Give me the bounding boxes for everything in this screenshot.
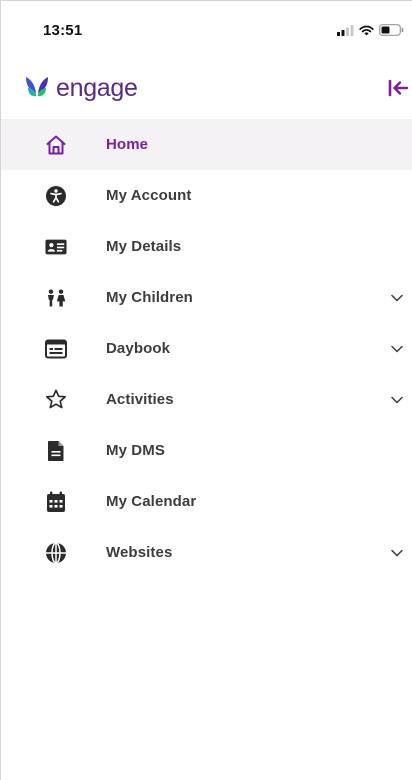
status-bar: 13:51 (1, 1, 412, 61)
app-header: engage (1, 61, 412, 119)
engage-logo[interactable]: engage (24, 75, 138, 104)
nav-label-daybook: Daybook (106, 340, 171, 357)
nav-label-my-account: My Account (106, 187, 192, 204)
logo-text: engage (56, 73, 138, 102)
butterfly-logo-icon (24, 75, 50, 104)
id-card-icon (45, 236, 67, 258)
status-icons (337, 23, 404, 41)
sidebar-nav: Home My Account My Details My Children D… (1, 119, 412, 578)
battery-icon (379, 23, 404, 41)
calendar-icon (45, 491, 67, 513)
children-icon (45, 287, 67, 309)
nav-label-activities: Activities (106, 391, 174, 408)
nav-item-activities[interactable]: Activities (1, 374, 412, 425)
nav-label-my-details: My Details (106, 238, 182, 255)
nav-label-home: Home (106, 136, 149, 153)
document-icon (45, 440, 67, 462)
nav-label-websites: Websites (106, 544, 173, 561)
nav-item-my-calendar[interactable]: My Calendar (1, 476, 412, 527)
chevron-down-icon[interactable] (390, 546, 404, 560)
nav-label-my-dms: My DMS (106, 442, 165, 459)
accessibility-icon (45, 185, 67, 207)
daybook-icon (45, 338, 67, 360)
chevron-down-icon[interactable] (390, 393, 404, 407)
signal-icon (337, 23, 354, 41)
star-icon (45, 389, 67, 411)
nav-item-daybook[interactable]: Daybook (1, 323, 412, 374)
chevron-down-icon[interactable] (390, 291, 404, 305)
nav-label-my-calendar: My Calendar (106, 493, 197, 510)
nav-item-my-account[interactable]: My Account (1, 170, 412, 221)
nav-item-my-details[interactable]: My Details (1, 221, 412, 272)
collapse-sidebar-button[interactable] (388, 77, 412, 103)
nav-label-my-children: My Children (106, 289, 193, 306)
nav-item-websites[interactable]: Websites (1, 527, 412, 578)
nav-item-my-dms[interactable]: My DMS (1, 425, 412, 476)
status-time: 13:51 (43, 22, 83, 39)
wifi-icon (359, 23, 374, 41)
app-screen: 13:51 engage Home My Account My Details … (0, 0, 412, 780)
collapse-left-icon (388, 79, 409, 102)
nav-item-home[interactable]: Home (1, 119, 412, 170)
globe-icon (45, 541, 67, 564)
chevron-down-icon[interactable] (390, 342, 404, 356)
home-icon (45, 134, 67, 156)
nav-item-my-children[interactable]: My Children (1, 272, 412, 323)
